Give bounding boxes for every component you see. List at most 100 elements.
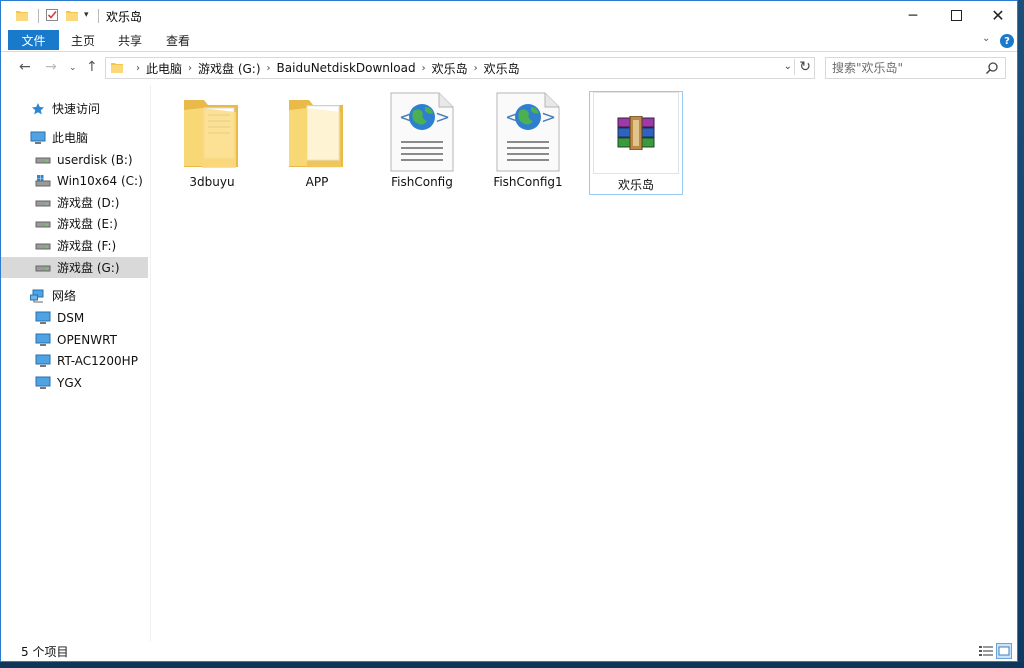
search-box[interactable]	[825, 57, 1006, 79]
sidebar-item-drive-g[interactable]: 游戏盘 (G:)	[1, 257, 148, 278]
new-folder-icon[interactable]	[65, 6, 79, 24]
computer-icon	[35, 376, 51, 390]
sidebar-item-host-ygx[interactable]: YGX	[1, 372, 148, 393]
drive-icon	[35, 196, 51, 210]
web-config-file-icon: < >	[483, 91, 573, 173]
breadcrumb-separator-icon[interactable]: ›	[422, 63, 426, 74]
sidebar-item-network[interactable]: 网络	[1, 285, 148, 306]
sidebar-item-host-rt-ac1200hp[interactable]: RT-AC1200HP	[1, 350, 148, 371]
refresh-icon[interactable]: ↻	[794, 59, 811, 75]
folder-icon	[110, 60, 124, 77]
window-title: 欢乐岛	[106, 10, 143, 24]
computer-icon	[35, 354, 51, 368]
navigation-pane: 快速访问 此电脑 userdisk (B:) Win10x64 (C:) 游戏盘	[1, 85, 150, 641]
sidebar-item-label: 此电脑	[52, 131, 89, 145]
sidebar-item-label: OPENWRT	[57, 332, 117, 347]
customize-toolbar-chevron-icon[interactable]: ▾	[84, 6, 89, 24]
computer-icon	[30, 131, 46, 145]
maximize-button[interactable]	[933, 1, 979, 30]
network-icon	[30, 289, 46, 303]
file-name: FishConfig1	[493, 175, 563, 189]
file-item-fishconfig[interactable]: < > FishConfig	[375, 91, 469, 195]
svg-text:>: >	[541, 107, 556, 128]
breadcrumb-this-pc[interactable]: 此电脑	[146, 60, 182, 77]
winrar-archive-icon	[591, 92, 681, 174]
sidebar-item-label: YGX	[57, 375, 82, 390]
sidebar-item-host-dsm[interactable]: DSM	[1, 307, 148, 328]
svg-text:>: >	[435, 107, 450, 128]
help-icon[interactable]: ?	[1000, 34, 1014, 48]
sidebar-item-label: RT-AC1200HP	[57, 353, 138, 368]
separator	[38, 9, 39, 23]
folder-icon	[272, 91, 362, 173]
sidebar-item-drive-c[interactable]: Win10x64 (C:)	[1, 170, 148, 191]
title-bar: ▾ 欢乐岛 ─ ✕	[1, 1, 1017, 30]
sidebar-item-drive-d[interactable]: 游戏盘 (D:)	[1, 192, 148, 213]
desktop-background	[1018, 0, 1024, 668]
tab-file[interactable]: 文件	[8, 30, 59, 50]
expand-ribbon-chevron-icon[interactable]: ⌄	[982, 33, 990, 44]
large-icons-view-icon[interactable]	[996, 643, 1012, 659]
sidebar-item-label: 游戏盘 (E:)	[57, 217, 118, 231]
search-input[interactable]	[832, 61, 982, 75]
sidebar-item-label: 游戏盘 (F:)	[57, 239, 117, 253]
file-name: FishConfig	[391, 175, 453, 189]
star-icon	[30, 102, 46, 116]
forward-arrow-icon[interactable]: →	[45, 59, 57, 75]
file-list-pane: 3dbuyu APP < > FishConfig < > FishConfig…	[151, 85, 1018, 641]
explorer-window: ▾ 欢乐岛 ─ ✕ 文件 主页 共享 查看 ⌄ ? ← → ⌄ ↑ › 此电脑 …	[0, 0, 1018, 662]
properties-icon[interactable]	[45, 6, 59, 24]
sidebar-item-drive-e[interactable]: 游戏盘 (E:)	[1, 213, 148, 234]
tab-home[interactable]: 主页	[71, 32, 95, 49]
sidebar-item-label: 快速访问	[52, 102, 101, 116]
search-icon[interactable]	[985, 61, 999, 78]
sidebar-item-label: 游戏盘 (G:)	[57, 261, 120, 275]
sidebar-item-label: userdisk (B:)	[57, 152, 133, 167]
recent-locations-chevron-icon[interactable]: ⌄	[69, 63, 77, 73]
breadcrumb-separator-icon[interactable]: ›	[267, 63, 271, 74]
tab-share[interactable]: 共享	[118, 32, 142, 49]
drive-icon	[35, 261, 51, 275]
breadcrumb-separator-icon[interactable]: ›	[136, 63, 140, 74]
sidebar-item-quick-access[interactable]: 快速访问	[1, 98, 148, 119]
address-bar[interactable]: › 此电脑 › 游戏盘 (G:) › BaiduNetdiskDownload …	[105, 57, 815, 79]
address-history-chevron-icon[interactable]: ⌄	[784, 61, 792, 72]
breadcrumb-separator-icon[interactable]: ›	[474, 63, 478, 74]
drive-icon	[35, 153, 51, 167]
file-name: 欢乐岛	[617, 178, 654, 192]
drive-icon	[35, 239, 51, 253]
breadcrumb-current-folder[interactable]: 欢乐岛	[484, 60, 520, 77]
breadcrumb-drive-g[interactable]: 游戏盘 (G:)	[198, 60, 261, 77]
breadcrumb-folder[interactable]: 欢乐岛	[432, 60, 468, 77]
tab-view[interactable]: 查看	[166, 32, 190, 49]
sidebar-item-label: Win10x64 (C:)	[57, 173, 143, 188]
taskbar-edge	[0, 662, 1024, 668]
computer-icon	[35, 311, 51, 325]
folder-icon	[15, 6, 29, 24]
file-item-app[interactable]: APP	[270, 91, 364, 195]
sidebar-item-this-pc[interactable]: 此电脑	[1, 127, 148, 148]
ribbon-tabs: 文件 主页 共享 查看 ⌄ ?	[1, 30, 1017, 52]
sidebar-item-label: 网络	[52, 289, 77, 303]
folder-with-docs-icon	[167, 91, 257, 173]
file-item-archive[interactable]: 欢乐岛	[589, 91, 683, 195]
sidebar-item-drive-f[interactable]: 游戏盘 (F:)	[1, 235, 148, 256]
file-name: APP	[305, 175, 329, 189]
drive-icon	[35, 217, 51, 231]
breadcrumb-separator-icon[interactable]: ›	[188, 63, 192, 74]
sidebar-item-label: 游戏盘 (D:)	[57, 196, 120, 210]
details-view-icon[interactable]	[978, 644, 994, 658]
file-name: 3dbuyu	[189, 175, 235, 189]
sidebar-item-drive-b[interactable]: userdisk (B:)	[1, 149, 148, 170]
navigation-bar: ← → ⌄ ↑ › 此电脑 › 游戏盘 (G:) › BaiduNetdiskD…	[1, 52, 1017, 83]
minimize-button[interactable]: ─	[890, 1, 936, 30]
file-item-3dbuyu[interactable]: 3dbuyu	[165, 91, 259, 195]
up-arrow-icon[interactable]: ↑	[86, 59, 98, 75]
back-arrow-icon[interactable]: ←	[19, 59, 31, 75]
file-item-fishconfig1[interactable]: < > FishConfig1	[481, 91, 575, 195]
separator	[98, 9, 99, 23]
sidebar-item-host-openwrt[interactable]: OPENWRT	[1, 329, 148, 350]
system-drive-icon	[35, 174, 51, 188]
close-button[interactable]: ✕	[975, 1, 1021, 30]
breadcrumb-baidunetdisk[interactable]: BaiduNetdiskDownload	[277, 61, 416, 75]
